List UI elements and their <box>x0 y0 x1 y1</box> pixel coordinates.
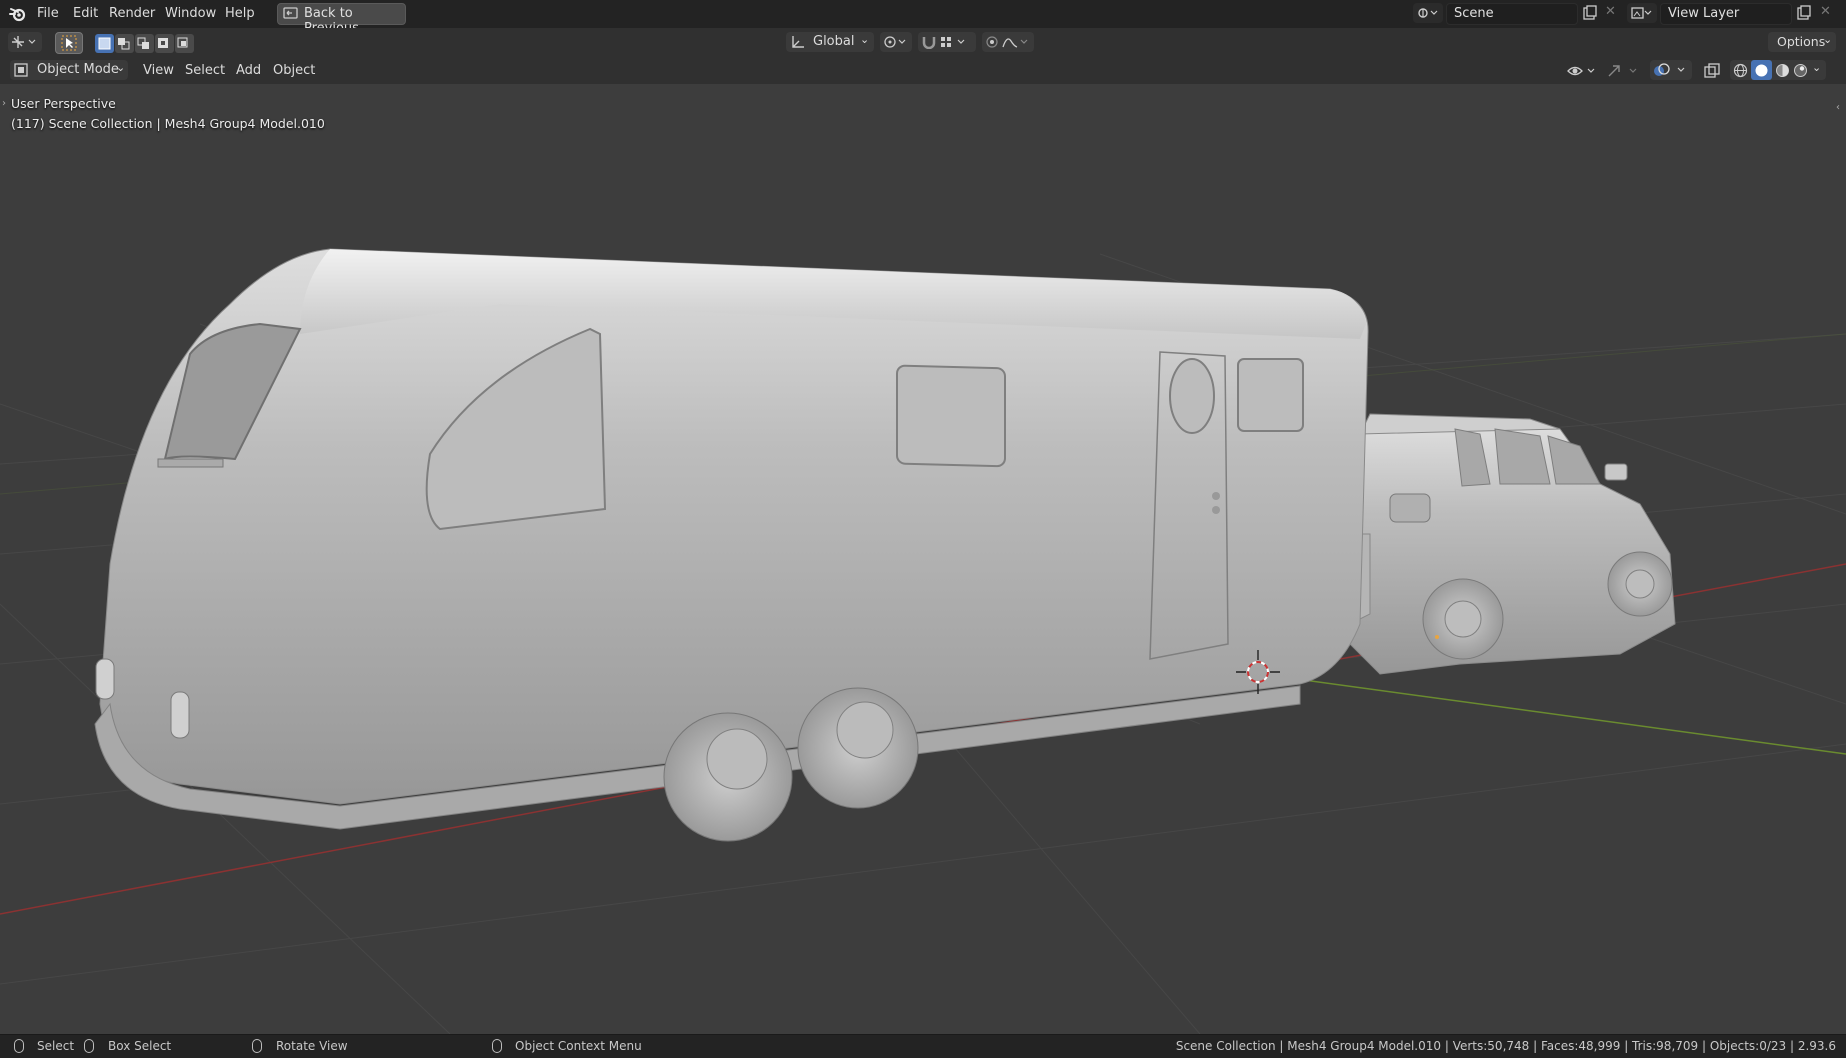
status-select: Select <box>37 1039 75 1053</box>
y-axis-line <box>1259 673 1846 755</box>
transform-orientation-dropdown[interactable]: Global ⌄ <box>786 32 874 52</box>
shading-chevron-icon[interactable]: ⌄ <box>1812 61 1821 74</box>
mouse-left-icon <box>14 1039 24 1053</box>
perspective-label: User Perspective <box>11 96 116 111</box>
transform-orientation-label: Global <box>813 34 855 49</box>
scene-name-field[interactable]: Scene <box>1446 3 1578 25</box>
tool-header: Global ⌄ Options ⌄ <box>0 28 1846 57</box>
status-box-select: Box Select <box>108 1039 172 1053</box>
view-layer-type-dropdown[interactable] <box>1627 3 1657 23</box>
collection-label: (117) Scene Collection | Mesh4 Group4 Mo… <box>11 116 325 131</box>
viewport-scene <box>0 248 1846 1034</box>
suv-model <box>1344 413 1676 675</box>
proportional-edit-group[interactable] <box>982 32 1034 52</box>
orientation-axes-icon <box>792 36 804 48</box>
scene-type-dropdown[interactable] <box>1413 3 1443 23</box>
object-mode-label: Object Mode <box>37 62 119 77</box>
view-layer-label: View Layer <box>1668 6 1740 21</box>
toolbar-expand-icon[interactable]: › <box>2 98 6 109</box>
back-screen-icon <box>283 7 298 19</box>
airstream-trailer-model <box>94 248 1369 842</box>
object-mode-icon <box>14 63 28 77</box>
pivot-point-dropdown[interactable] <box>880 32 912 52</box>
viewport-header: Object Mode ⌄ View Select Add Object ⌄ <box>0 57 1846 84</box>
solid-shading-icon <box>1755 64 1768 77</box>
door-window <box>1237 358 1304 432</box>
new-view-layer-icon[interactable] <box>1796 5 1812 21</box>
mode-chevron-icon: ⌄ <box>116 61 126 74</box>
overlay-toggle[interactable] <box>1650 60 1692 80</box>
snap-group[interactable] <box>918 32 976 52</box>
view-layer-field[interactable]: View Layer <box>1660 3 1792 25</box>
top-menu-bar: File Edit Render Window Help Back to Pre… <box>0 0 1846 36</box>
menu-render[interactable]: Render <box>109 6 155 21</box>
3d-viewport[interactable]: User Perspective (117) Scene Collection … <box>0 84 1846 1034</box>
view-layer-icon <box>1631 7 1652 19</box>
door-porthole <box>1169 358 1215 434</box>
menu-select[interactable]: Select <box>185 63 225 78</box>
gizmo-icon[interactable] <box>1606 63 1642 79</box>
select-tool-button[interactable] <box>55 32 83 54</box>
selection-mode-icons <box>98 37 188 50</box>
3d-viewport-icon <box>12 36 36 48</box>
status-context-menu: Object Context Menu <box>515 1039 642 1053</box>
status-rotate-view: Rotate View <box>276 1039 348 1053</box>
new-scene-icon[interactable] <box>1582 5 1598 21</box>
editor-type-dropdown[interactable] <box>8 32 42 52</box>
status-bar: Select Box Select Rotate View Object Con… <box>0 1034 1846 1058</box>
proportional-edit-icon <box>986 36 1028 48</box>
scene-statistics: Scene Collection | Mesh4 Group4 Model.01… <box>1175 1039 1836 1053</box>
xray-icon[interactable] <box>1704 63 1720 79</box>
options-chevron-icon: ⌄ <box>1823 33 1833 46</box>
menu-view[interactable]: View <box>143 63 174 78</box>
remove-view-layer-icon[interactable]: ✕ <box>1820 4 1831 19</box>
menu-add[interactable]: Add <box>236 63 261 78</box>
mouse-middle-icon <box>252 1039 262 1053</box>
sidebar-expand-icon[interactable]: ‹ <box>1836 102 1840 113</box>
rendered-shading-icon[interactable] <box>1793 63 1808 78</box>
options-dropdown[interactable]: Options ⌄ <box>1768 32 1836 52</box>
object-mode-dropdown[interactable]: Object Mode ⌄ <box>10 60 128 80</box>
mouse-right-icon <box>492 1039 502 1053</box>
mouse-drag-icon <box>84 1039 94 1053</box>
side-window <box>896 364 1006 468</box>
chevron-down-icon: ⌄ <box>860 33 870 46</box>
menu-help[interactable]: Help <box>225 6 255 21</box>
shading-mode-group: ⌄ <box>1730 60 1826 80</box>
menu-edit[interactable]: Edit <box>73 6 98 21</box>
scene-name-label: Scene <box>1454 6 1494 21</box>
menu-file[interactable]: File <box>37 6 59 21</box>
menu-window[interactable]: Window <box>165 6 216 21</box>
remove-scene-icon[interactable]: ✕ <box>1605 4 1616 19</box>
solid-shading-button[interactable] <box>1751 60 1772 80</box>
wireframe-shading-icon[interactable] <box>1733 63 1748 78</box>
pivot-icon <box>884 36 906 48</box>
scene-icon <box>1418 8 1438 18</box>
blender-logo-icon[interactable] <box>9 5 27 23</box>
material-shading-icon[interactable] <box>1775 63 1790 78</box>
back-to-previous-button[interactable]: Back to Previous <box>277 3 406 36</box>
magnet-snap-icon <box>922 37 965 49</box>
eye-visibility-icon[interactable] <box>1566 63 1600 79</box>
menu-object[interactable]: Object <box>273 63 315 78</box>
options-label: Options <box>1777 34 1826 49</box>
cursor-select-icon <box>61 35 77 51</box>
overlay-icon <box>1654 63 1685 76</box>
